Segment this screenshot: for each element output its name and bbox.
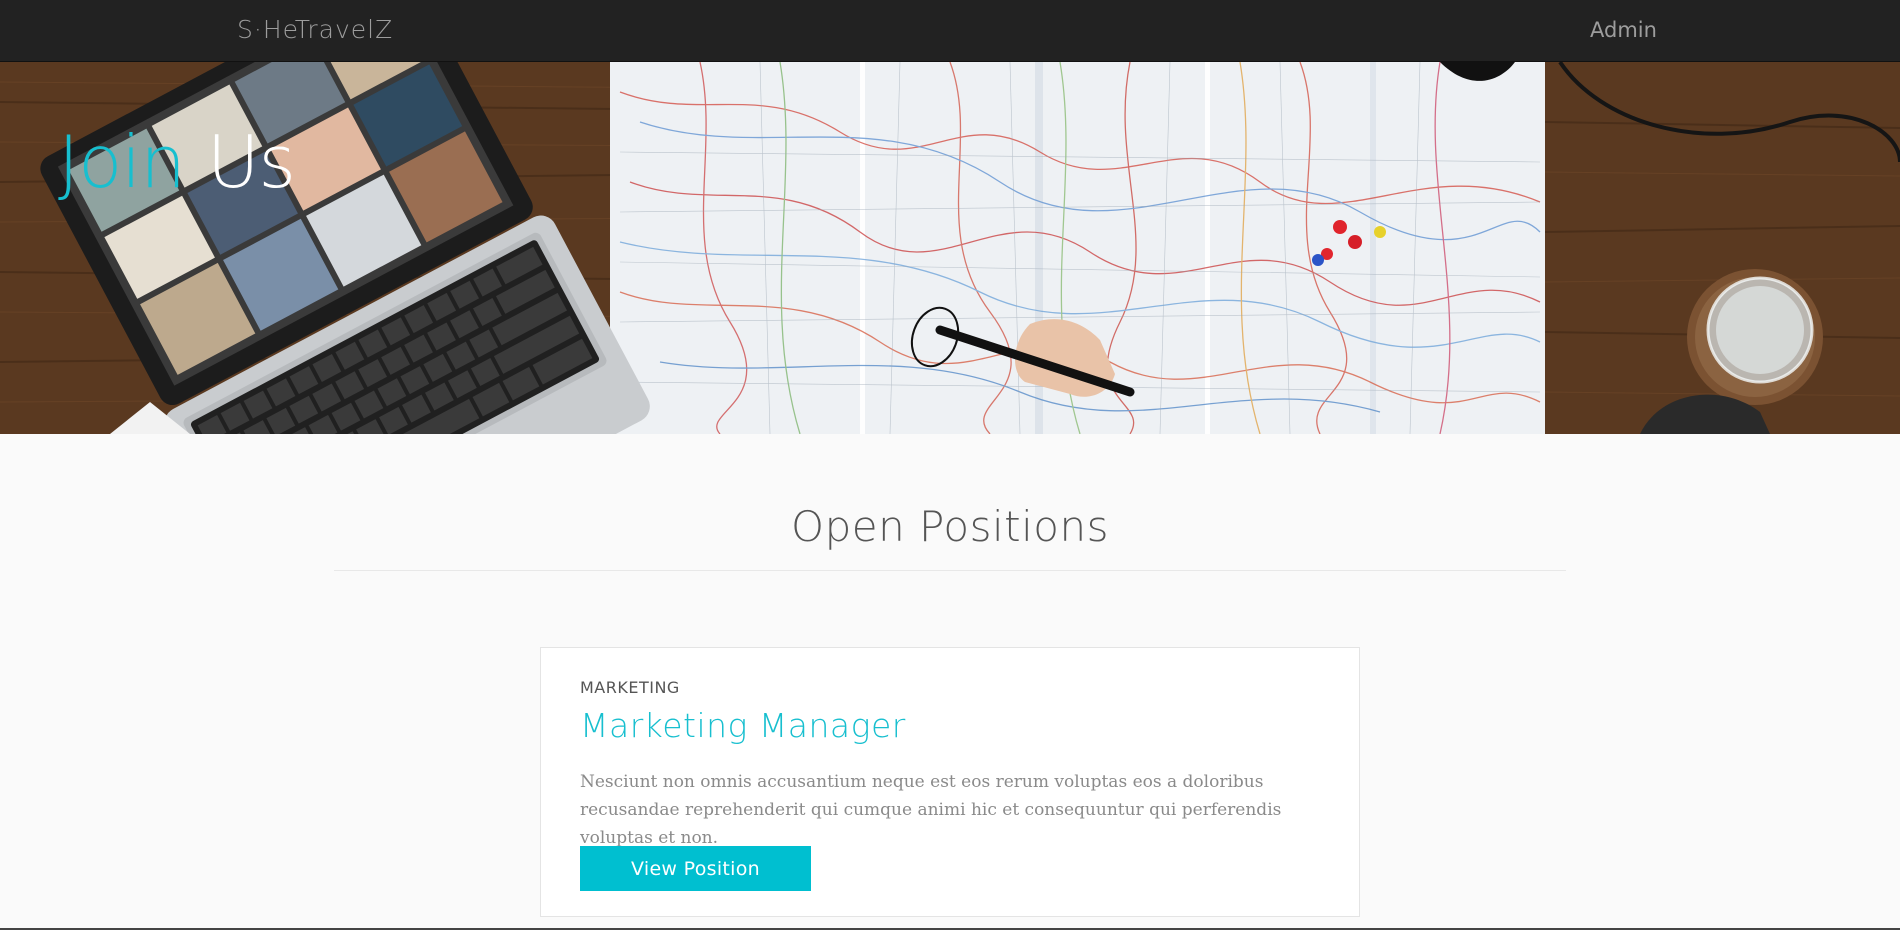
hero-title: Join Us bbox=[58, 126, 296, 198]
section-title: Open Positions bbox=[791, 502, 1109, 551]
position-description: Nesciunt non omnis accusantium neque est… bbox=[580, 772, 1282, 848]
hero-title-word-join: Join bbox=[58, 120, 186, 205]
brand-logo-link[interactable]: S·HeTravelZ bbox=[237, 15, 393, 44]
nav-admin-link[interactable]: Admin bbox=[1590, 18, 1657, 42]
position-card: MARKETING Marketing Manager Nesciunt non… bbox=[540, 647, 1360, 917]
hero-title-word-us: Us bbox=[206, 120, 296, 205]
hero-background-image bbox=[0, 62, 1900, 434]
position-category: MARKETING bbox=[580, 678, 680, 697]
hero-banner: Join Us bbox=[0, 62, 1900, 434]
position-title[interactable]: Marketing Manager bbox=[580, 706, 906, 745]
section-divider bbox=[334, 570, 1566, 571]
view-position-button[interactable]: View Position bbox=[580, 846, 811, 891]
top-navbar: S·HeTravelZ Admin bbox=[0, 0, 1900, 62]
